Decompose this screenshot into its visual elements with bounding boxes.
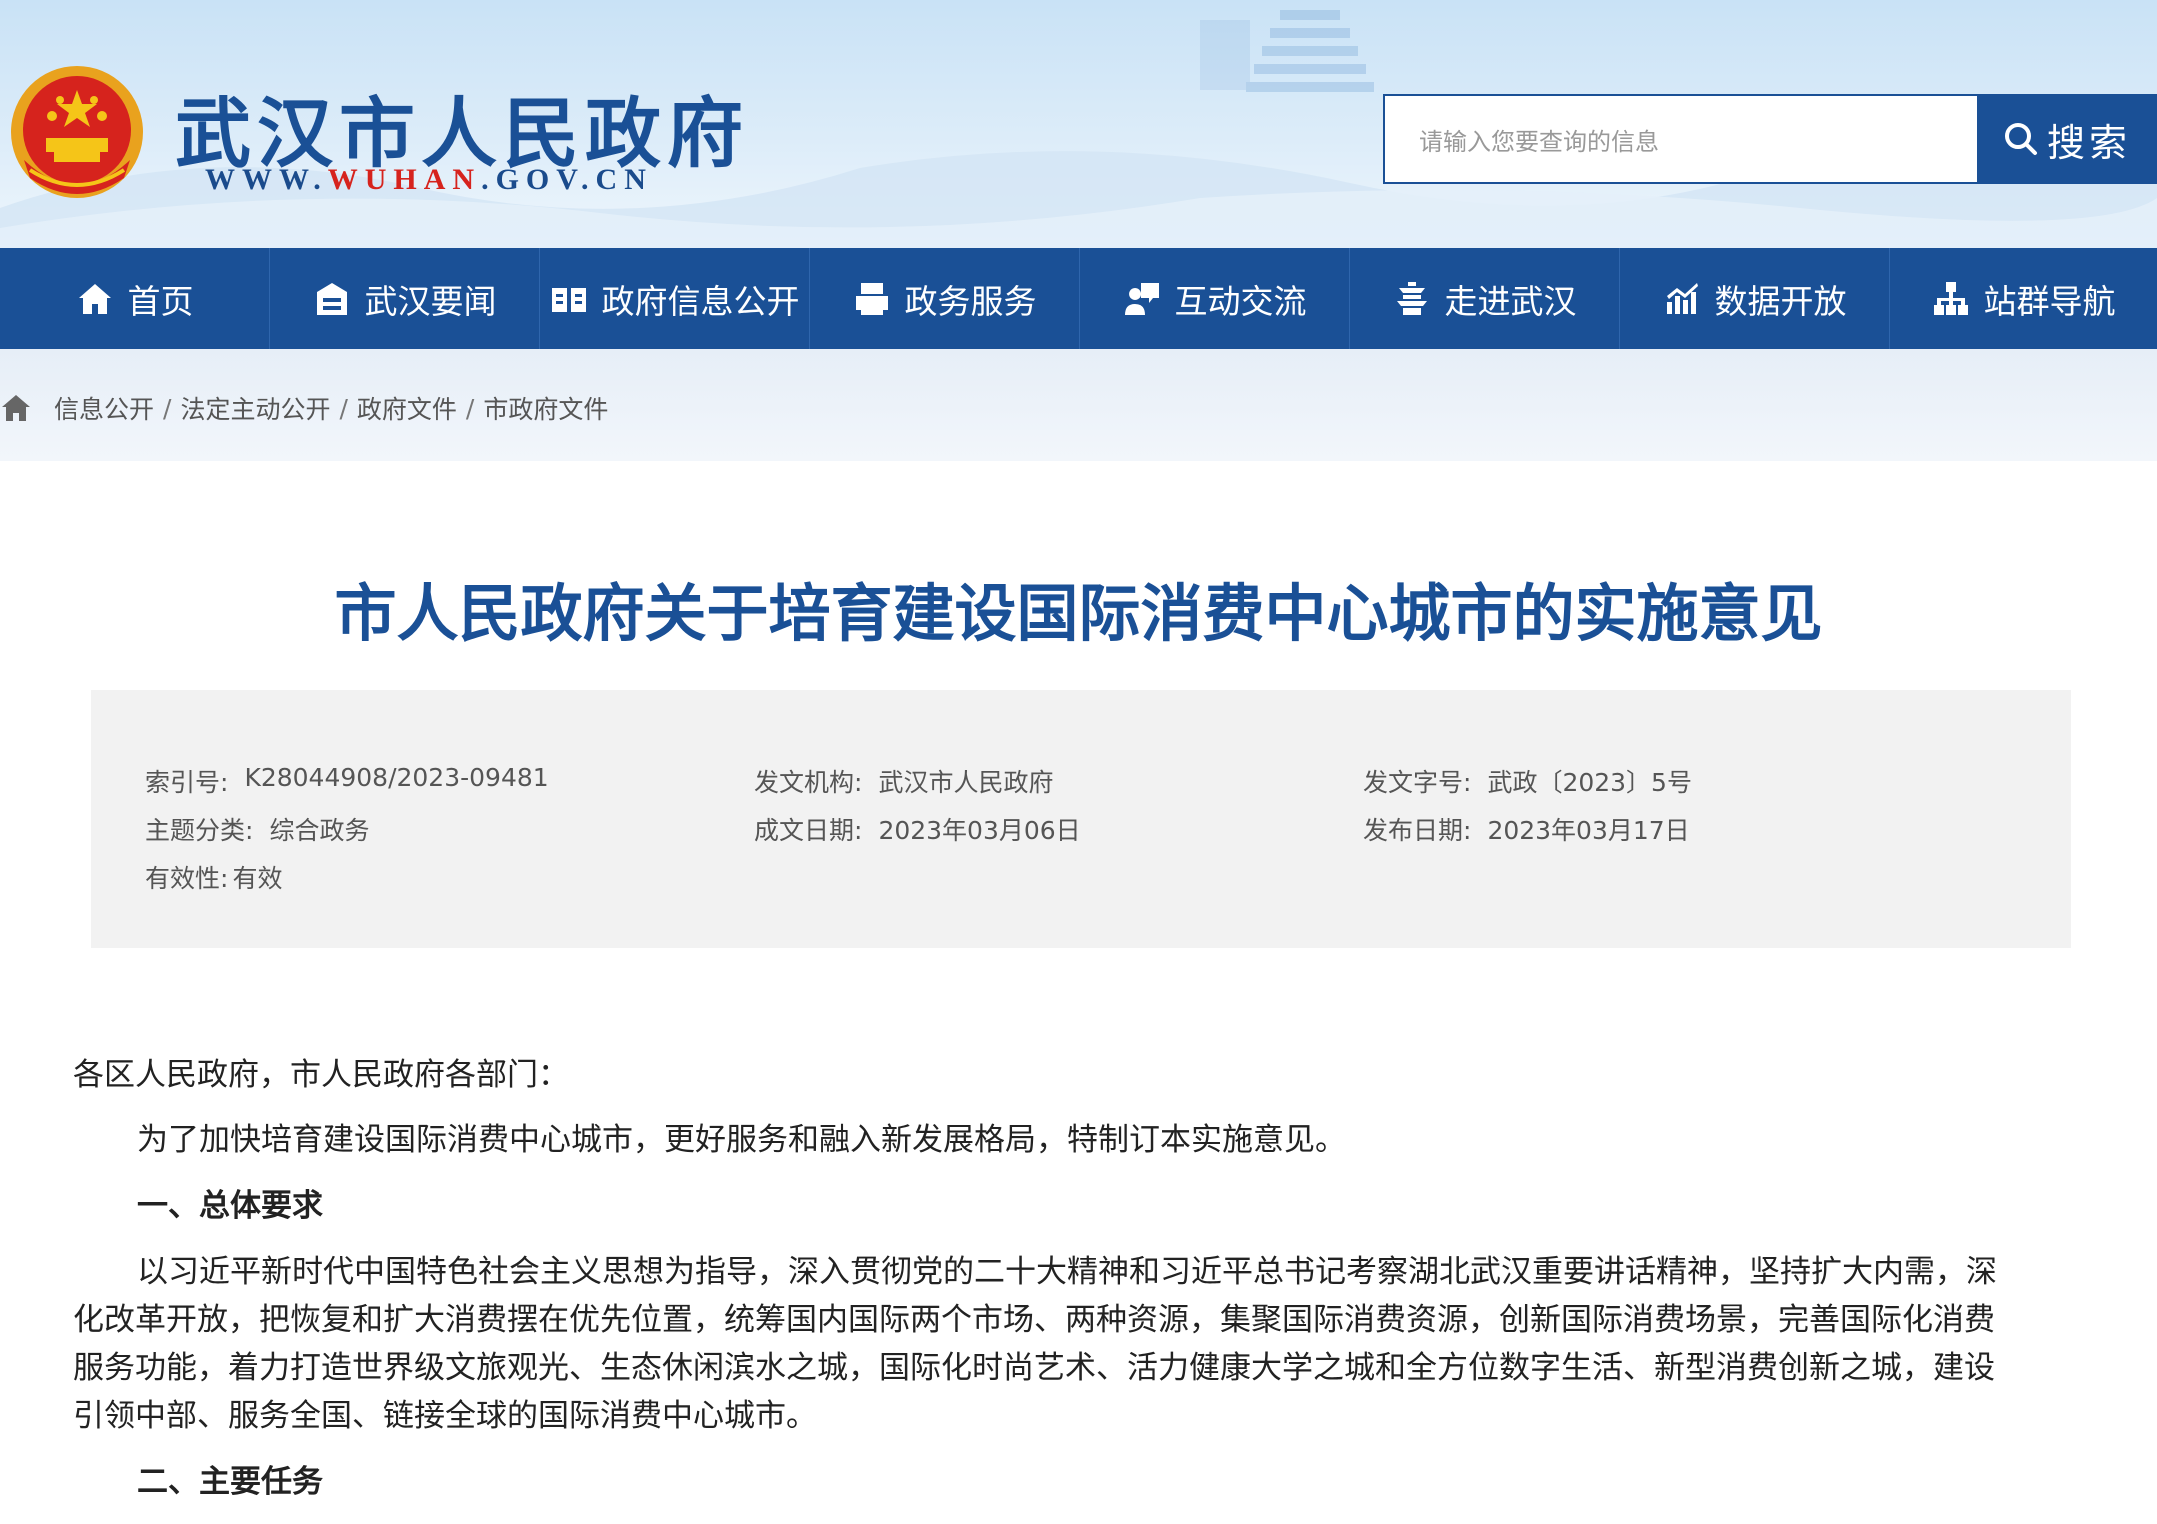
search-button-label: 搜索: [2046, 120, 2131, 165]
document-meta-panel: 索引号: K28044908/2023-09481 发文机构: 武汉市人民政府 …: [91, 690, 2071, 948]
meta-topic-label: 主题分类:: [145, 816, 254, 845]
meta-validity: 有效性: 有效: [145, 859, 282, 895]
nav-item-label: 首页: [127, 281, 194, 321]
meta-published-value: 2023年03月17日: [1487, 816, 1690, 845]
nav-item-label: 武汉要闻: [364, 281, 497, 321]
site-url-prefix: WWW.: [205, 163, 328, 196]
meta-docno-value: 武政〔2023〕5号: [1487, 768, 1692, 797]
news-icon: [316, 282, 347, 315]
meta-validity-value: 有效: [232, 864, 283, 893]
home-icon: [78, 283, 111, 314]
nav-item-label: 政务服务: [904, 281, 1037, 321]
section-paragraph-line: 服务功能，着力打造世界级文旅观光、生态休闲滨水之城，国际化时尚艺术、活力健康大学…: [73, 1350, 1995, 1386]
meta-validity-label: 有效性:: [145, 864, 229, 893]
breadcrumb-item-city-gov-docs[interactable]: 市政府文件: [483, 390, 608, 426]
book-icon: [551, 287, 586, 312]
nav-item-interaction[interactable]: 互动交流: [1080, 248, 1350, 349]
national-emblem-logo: [11, 66, 143, 198]
site-header: 武汉市人民政府 WWW.WUHAN.GOV.CN 请输入您要查询的信息 搜索: [0, 0, 2157, 248]
search-button[interactable]: 搜索: [1977, 94, 2157, 184]
document-body: 各区人民政府，市人民政府各部门： 为了加快培育建设国际消费中心城市，更好服务和融…: [73, 1051, 2083, 1506]
meta-docno-label: 发文字号:: [1363, 768, 1472, 797]
nav-item-home[interactable]: 首页: [0, 248, 270, 349]
nav-item-site-map[interactable]: 站群导航: [1890, 248, 2157, 349]
site-url: WWW.WUHAN.GOV.CN: [205, 163, 653, 197]
breadcrumb-item-statutory[interactable]: 法定主动公开: [180, 390, 330, 426]
site-url-highlight: WUHAN: [327, 163, 482, 196]
meta-docno: 发文字号: 武政〔2023〕5号: [1363, 763, 1692, 799]
breadcrumb-item-info-disclosure[interactable]: 信息公开: [54, 390, 154, 426]
section-heading: 二、主要任务: [137, 1464, 323, 1500]
meta-published: 发布日期: 2023年03月17日: [1363, 811, 1690, 847]
section-heading: 一、总体要求: [137, 1188, 323, 1224]
main-nav: 首页 武汉要闻 政府信息公开 政务服务 互动交流 走进武汉 数据开放 站群导航: [0, 248, 2157, 349]
search-icon: [2004, 123, 2037, 155]
tower-icon: [1396, 281, 1427, 315]
meta-index: 索引号: K28044908/2023-09481: [145, 763, 549, 799]
meta-topic: 主题分类: 综合政务: [145, 811, 369, 847]
document-intro: 为了加快培育建设国际消费中心城市，更好服务和融入新发展格局，特制订本实施意见。: [137, 1122, 1346, 1158]
document-title: 市人民政府关于培育建设国际消费中心城市的实施意见: [334, 577, 1823, 650]
breadcrumb-separator: /: [465, 393, 475, 423]
search-placeholder: 请输入您要查询的信息: [1419, 127, 1659, 156]
section-paragraph-line: 化改革开放，把恢复和扩大消费摆在优先位置，统筹国内国际两个市场、两种资源，集聚国…: [73, 1302, 1995, 1338]
sitemap-icon: [1933, 281, 1968, 315]
breadcrumb: 信息公开 / 法定主动公开 / 政府文件 / 市政府文件: [0, 390, 608, 426]
nav-item-services[interactable]: 政务服务: [810, 248, 1080, 349]
nav-item-gov-info[interactable]: 政府信息公开: [540, 248, 810, 349]
meta-published-label: 发布日期:: [1363, 816, 1472, 845]
meta-topic-value: 综合政务: [269, 816, 370, 845]
nav-item-open-data[interactable]: 数据开放: [1620, 248, 1890, 349]
meta-created: 成文日期: 2023年03月06日: [754, 811, 1081, 847]
breadcrumb-separator: /: [163, 393, 172, 423]
meta-issuer-value: 武汉市人民政府: [878, 768, 1054, 797]
section-paragraph-line: 以习近平新时代中国特色社会主义思想为指导，深入贯彻党的二十大精神和习近平总书记考…: [137, 1254, 1997, 1290]
printer-icon: [855, 282, 888, 315]
nav-item-label: 站群导航: [1983, 281, 2116, 321]
chart-icon: [1666, 282, 1698, 314]
section-paragraph-line: 引领中部、服务全国、链接全球的国际消费中心城市。: [73, 1398, 817, 1434]
meta-issuer-label: 发文机构:: [754, 768, 863, 797]
meta-created-value: 2023年03月06日: [878, 816, 1081, 845]
meta-issuer: 发文机构: 武汉市人民政府: [754, 763, 1053, 799]
meta-index-label: 索引号:: [145, 768, 229, 797]
breadcrumb-separator: /: [339, 393, 348, 423]
nav-item-label: 走进武汉: [1444, 281, 1577, 321]
breadcrumb-item-gov-docs[interactable]: 政府文件: [357, 390, 457, 426]
meta-index-value: K28044908/2023-09481: [244, 763, 549, 792]
site-url-suffix: .GOV.CN: [481, 163, 653, 196]
nav-item-label: 互动交流: [1174, 281, 1307, 321]
nav-item-news[interactable]: 武汉要闻: [270, 248, 540, 349]
chat-icon: [1124, 282, 1159, 315]
nav-item-explore-wuhan[interactable]: 走进武汉: [1350, 248, 1620, 349]
nav-item-label: 政府信息公开: [601, 281, 800, 321]
document-salutation: 各区人民政府，市人民政府各部门：: [73, 1057, 569, 1093]
nav-item-label: 数据开放: [1714, 281, 1847, 321]
search-input[interactable]: 请输入您要查询的信息: [1383, 94, 1977, 184]
meta-created-label: 成文日期:: [754, 816, 863, 845]
breadcrumb-home-icon[interactable]: [0, 393, 32, 423]
